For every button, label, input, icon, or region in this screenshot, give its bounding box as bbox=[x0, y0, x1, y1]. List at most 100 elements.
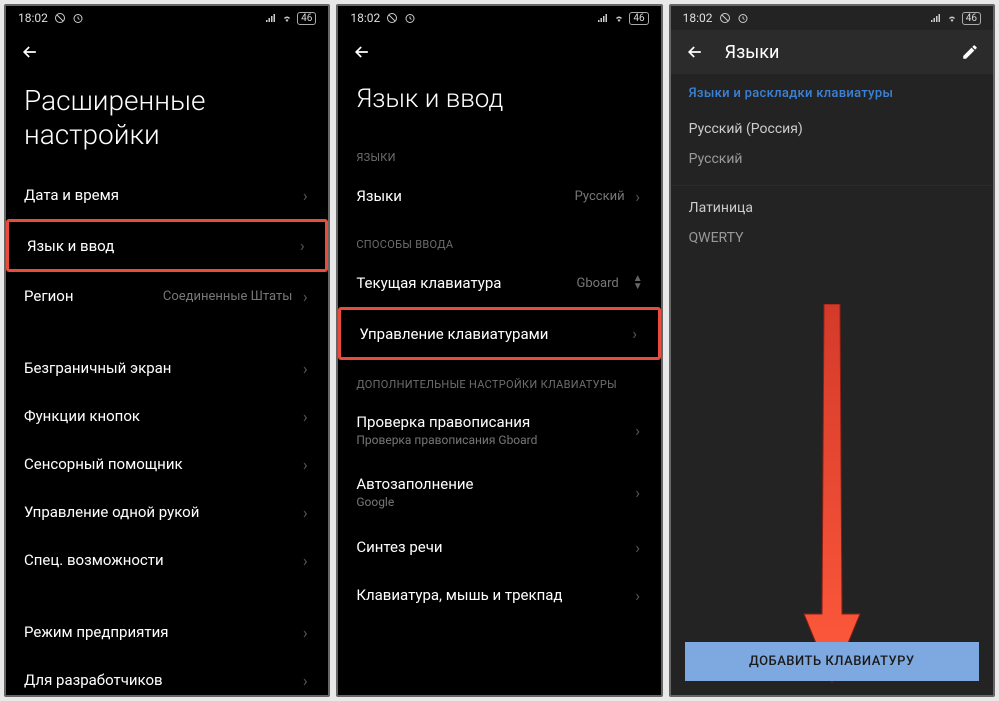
item-label: Управление клавиатурами bbox=[359, 325, 629, 343]
lang-primary-sub: Русский bbox=[671, 147, 993, 181]
back-icon[interactable] bbox=[20, 42, 40, 62]
item-region[interactable]: Регион Соединенные Штаты › bbox=[6, 272, 328, 320]
signal-icon bbox=[930, 12, 942, 24]
nav-header: Языки bbox=[671, 30, 993, 74]
item-label: Дата и время bbox=[24, 186, 300, 204]
status-bar: 18:02 46 bbox=[338, 6, 660, 30]
add-keyboard-button[interactable]: ДОБАВИТЬ КЛАВИАТУРУ bbox=[685, 642, 979, 681]
status-time: 18:02 bbox=[18, 11, 48, 25]
status-time: 18:02 bbox=[683, 11, 713, 25]
chevron-icon: › bbox=[300, 551, 310, 570]
item-label: Управление одной рукой bbox=[24, 503, 300, 521]
item-assistant[interactable]: Сенсорный помощник › bbox=[6, 440, 328, 488]
section-keyboard-layouts: Языки и раскладки клавиатуры bbox=[671, 74, 993, 111]
item-sublabel: Проверка правописания Gboard bbox=[356, 433, 632, 447]
edit-icon[interactable] bbox=[961, 43, 979, 61]
item-label: Языки bbox=[356, 187, 574, 205]
item-manage-keyboards[interactable]: Управление клавиатурами › bbox=[338, 307, 660, 360]
item-accessibility[interactable]: Спец. возможности › bbox=[6, 536, 328, 584]
item-enterprise[interactable]: Режим предприятия › bbox=[6, 608, 328, 656]
item-pointer[interactable]: Клавиатура, мышь и трекпад › bbox=[338, 571, 660, 619]
page-title: Язык и ввод bbox=[338, 74, 660, 133]
updown-icon: ▲▼ bbox=[633, 275, 643, 291]
battery-indicator: 46 bbox=[297, 12, 316, 25]
status-bar: 18:02 46 bbox=[6, 6, 328, 30]
section-input-methods: СПОСОБЫ ВВОДА bbox=[338, 220, 660, 259]
nav-header bbox=[6, 30, 328, 74]
item-label: Регион bbox=[24, 287, 163, 305]
nav-title: Языки bbox=[725, 42, 961, 63]
battery-indicator: 46 bbox=[629, 12, 648, 25]
item-sublabel: Google bbox=[356, 495, 632, 509]
lang-secondary[interactable]: Латиница bbox=[671, 190, 993, 226]
dnd-icon bbox=[719, 12, 731, 24]
section-additional: ДОПОЛНИТЕЛЬНЫЕ НАСТРОЙКИ КЛАВИАТУРЫ bbox=[338, 360, 660, 399]
item-label: Текущая клавиатура bbox=[356, 274, 576, 292]
dnd-icon bbox=[54, 12, 66, 24]
item-spellcheck[interactable]: Проверка правописания Проверка правописа… bbox=[338, 399, 660, 461]
item-current-keyboard[interactable]: Текущая клавиатура Gboard ▲▼ bbox=[338, 259, 660, 307]
item-datetime[interactable]: Дата и время › bbox=[6, 171, 328, 219]
back-icon[interactable] bbox=[352, 42, 372, 62]
item-label: Режим предприятия bbox=[24, 623, 300, 641]
chevron-icon: › bbox=[633, 187, 643, 206]
screen-languages: 18:02 46 Языки Языки и раскладки клавиат… bbox=[669, 4, 995, 697]
chevron-icon: › bbox=[300, 359, 310, 378]
item-label: Функции кнопок bbox=[24, 407, 300, 425]
signal-icon bbox=[597, 12, 609, 24]
item-onehand[interactable]: Управление одной рукой › bbox=[6, 488, 328, 536]
item-autofill[interactable]: Автозаполнение Google › bbox=[338, 461, 660, 523]
lang-secondary-sub: QWERTY bbox=[671, 226, 993, 260]
item-label: Синтез речи bbox=[356, 538, 632, 556]
item-label: Клавиатура, мышь и трекпад bbox=[356, 586, 632, 604]
item-label: Язык и ввод bbox=[27, 237, 297, 255]
nav-header bbox=[338, 30, 660, 74]
chevron-icon: › bbox=[300, 623, 310, 642]
status-bar: 18:02 46 bbox=[671, 6, 993, 30]
alarm-icon bbox=[72, 12, 84, 24]
item-buttons[interactable]: Функции кнопок › bbox=[6, 392, 328, 440]
item-value: Русский bbox=[575, 189, 625, 204]
item-label: Сенсорный помощник bbox=[24, 455, 300, 473]
item-tts[interactable]: Синтез речи › bbox=[338, 523, 660, 571]
page-title: Расширенные настройки bbox=[6, 74, 328, 171]
screen-language-input: 18:02 46 Язык и ввод ЯЗЫКИ Языки Русский… bbox=[336, 4, 662, 697]
item-value: Соединенные Штаты bbox=[163, 289, 292, 304]
item-developer[interactable]: Для разработчиков › bbox=[6, 656, 328, 695]
dnd-icon bbox=[386, 12, 398, 24]
chevron-icon: › bbox=[300, 503, 310, 522]
signal-icon bbox=[265, 12, 277, 24]
alarm-icon bbox=[404, 12, 416, 24]
chevron-icon: › bbox=[630, 324, 640, 343]
item-language-input[interactable]: Язык и ввод › bbox=[6, 219, 328, 272]
item-label: Спец. возможности bbox=[24, 551, 300, 569]
screen-advanced-settings: 18:02 46 Расширенные настройки Дата и вр… bbox=[4, 4, 330, 697]
section-languages: ЯЗЫКИ bbox=[338, 133, 660, 172]
tutorial-arrow-icon bbox=[802, 304, 862, 684]
wifi-icon bbox=[613, 12, 625, 24]
chevron-icon: › bbox=[300, 455, 310, 474]
alarm-icon bbox=[737, 12, 749, 24]
status-time: 18:02 bbox=[350, 11, 380, 25]
chevron-icon: › bbox=[300, 671, 310, 690]
back-icon[interactable] bbox=[685, 42, 705, 62]
chevron-icon: › bbox=[633, 483, 643, 502]
item-value: Gboard bbox=[576, 276, 618, 291]
item-label: Автозаполнение bbox=[356, 475, 632, 493]
item-label: Для разработчиков bbox=[24, 671, 300, 689]
item-fullscreen[interactable]: Безграничный экран › bbox=[6, 344, 328, 392]
item-label: Безграничный экран bbox=[24, 359, 300, 377]
chevron-icon: › bbox=[300, 287, 310, 306]
item-label: Проверка правописания bbox=[356, 413, 632, 431]
chevron-icon: › bbox=[633, 421, 643, 440]
battery-indicator: 46 bbox=[962, 12, 981, 25]
chevron-icon: › bbox=[297, 236, 307, 255]
chevron-icon: › bbox=[300, 186, 310, 205]
lang-primary[interactable]: Русский (Россия) bbox=[671, 111, 993, 147]
item-languages[interactable]: Языки Русский › bbox=[338, 172, 660, 220]
chevron-icon: › bbox=[300, 407, 310, 426]
wifi-icon bbox=[946, 12, 958, 24]
chevron-icon: › bbox=[633, 586, 643, 605]
chevron-icon: › bbox=[633, 538, 643, 557]
wifi-icon bbox=[281, 12, 293, 24]
